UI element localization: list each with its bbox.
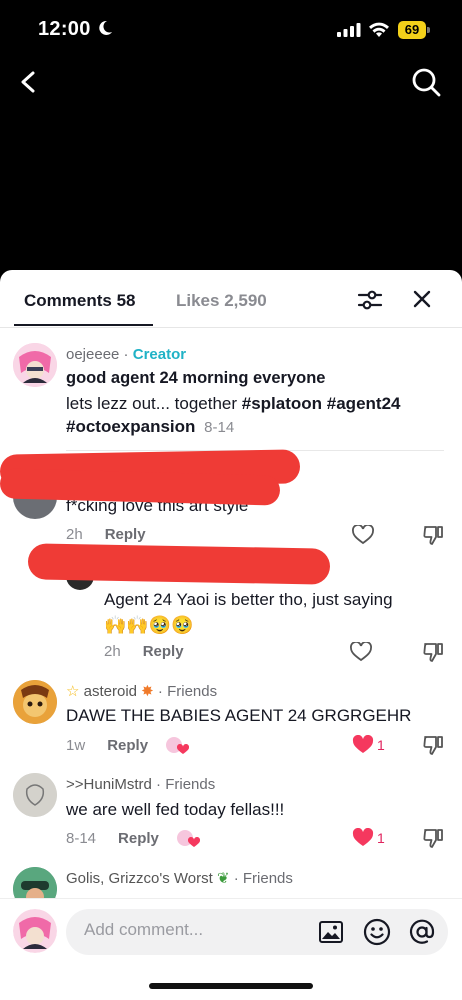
heart-icon[interactable] bbox=[352, 525, 374, 545]
avatar[interactable] bbox=[13, 680, 57, 724]
username-text[interactable]: >>HuniMstrd bbox=[66, 776, 152, 793]
comment-date: 8-14 bbox=[204, 419, 235, 436]
creator-badge: Creator bbox=[132, 346, 187, 363]
battery-icon bbox=[427, 27, 430, 33]
tab-comments[interactable]: Comments 58 bbox=[24, 291, 135, 311]
comment-input[interactable] bbox=[84, 920, 294, 940]
moon-icon bbox=[99, 20, 112, 35]
comment-meta: 2h Reply bbox=[104, 643, 184, 660]
image-icon[interactable] bbox=[318, 919, 344, 945]
comment-date: 2h bbox=[104, 643, 121, 660]
filter-icon[interactable] bbox=[357, 288, 383, 312]
dislike-icon[interactable] bbox=[422, 734, 444, 756]
comment-date: 2h bbox=[66, 526, 83, 543]
like-count: 1 bbox=[377, 737, 385, 753]
comment-text: good agent 24 morning everyone bbox=[66, 365, 325, 391]
close-icon[interactable] bbox=[410, 287, 434, 311]
home-indicator bbox=[149, 983, 313, 989]
username-text[interactable]: Golis, Grizzco's Worst bbox=[66, 870, 213, 887]
emoji-icon[interactable] bbox=[363, 918, 391, 946]
comment-meta: 1w Reply bbox=[66, 737, 148, 754]
battery-level: 69 bbox=[398, 21, 426, 39]
comment-username[interactable]: >>HuniMstrd · Friends bbox=[66, 776, 215, 793]
comment-line: lets lezz out... together bbox=[66, 394, 242, 413]
reply-button[interactable]: Reply bbox=[118, 830, 159, 847]
avatar[interactable] bbox=[13, 343, 57, 387]
avatar[interactable] bbox=[13, 773, 57, 817]
tab-underline bbox=[14, 324, 153, 326]
comment-line: good agent 24 morning everyone bbox=[66, 369, 326, 387]
status-bar: 12:00 69 bbox=[0, 0, 462, 60]
dislike-icon[interactable] bbox=[422, 641, 444, 663]
creator-liked-icon bbox=[166, 737, 189, 754]
comment-date: 8-14 bbox=[66, 830, 97, 847]
comment-text: #octoexpansion 8-14 bbox=[66, 414, 234, 441]
like-count: 1 bbox=[377, 830, 385, 846]
creator-liked-icon bbox=[177, 830, 200, 847]
comment-meta: 8-14 Reply bbox=[66, 830, 159, 847]
comment-meta: 2h Reply bbox=[66, 526, 146, 543]
at-icon[interactable] bbox=[408, 918, 436, 946]
comment-username[interactable]: ☆ asteroid ✸ · Friends bbox=[66, 682, 217, 700]
hashtag-link[interactable]: #splatoon #agent24 bbox=[242, 394, 401, 413]
back-icon[interactable] bbox=[14, 66, 42, 98]
star-icon: ☆ bbox=[66, 683, 80, 700]
comment-input-box[interactable] bbox=[66, 909, 448, 955]
redaction-scribble bbox=[27, 543, 331, 585]
comment-username[interactable]: Golis, Grizzco's Worst ❦ · Friends bbox=[66, 869, 293, 887]
friends-badge: Friends bbox=[165, 776, 216, 793]
sprout-icon: ❦ bbox=[216, 870, 230, 887]
comments-tabs: Comments 58 Likes 2,590 bbox=[0, 270, 462, 328]
sparkle-icon: ✸ bbox=[141, 683, 154, 700]
friends-badge: Friends bbox=[167, 683, 218, 700]
status-time: 12:00 bbox=[38, 18, 91, 40]
signal-icon bbox=[337, 23, 361, 37]
comment-username[interactable]: oejeeee · Creator bbox=[66, 346, 186, 363]
reply-button[interactable]: Reply bbox=[107, 737, 148, 754]
tab-likes[interactable]: Likes 2,590 bbox=[176, 291, 267, 311]
heart-icon[interactable] bbox=[352, 735, 374, 755]
heart-icon[interactable] bbox=[350, 642, 372, 662]
my-avatar bbox=[13, 909, 57, 953]
username-text[interactable]: asteroid bbox=[84, 683, 137, 700]
username-text[interactable]: oejeeee bbox=[66, 346, 119, 363]
reply-button[interactable]: Reply bbox=[143, 643, 184, 660]
comment-composer bbox=[0, 898, 462, 1000]
search-icon[interactable] bbox=[410, 66, 442, 98]
heart-icon[interactable] bbox=[352, 828, 374, 848]
comment-text: we are well fed today fellas!!! bbox=[66, 800, 285, 819]
wifi-icon bbox=[369, 22, 389, 37]
comments-sheet: Comments 58 Likes 2,590 oejeeee · Creato… bbox=[0, 270, 462, 1000]
dislike-icon[interactable] bbox=[422, 524, 444, 546]
friends-badge: Friends bbox=[242, 870, 293, 887]
comment-text: DAWE THE BABIES AGENT 24 GRGRGEHR bbox=[66, 706, 412, 725]
comment-text: Agent 24 Yaoi is better tho, just saying bbox=[104, 590, 393, 609]
dislike-icon[interactable] bbox=[422, 827, 444, 849]
hashtag-link[interactable]: #octoexpansion bbox=[66, 417, 195, 436]
comment-emoji: 🙌🙌🥹🥹 bbox=[104, 615, 194, 635]
comment-date: 1w bbox=[66, 737, 86, 754]
reply-button[interactable]: Reply bbox=[105, 526, 146, 543]
